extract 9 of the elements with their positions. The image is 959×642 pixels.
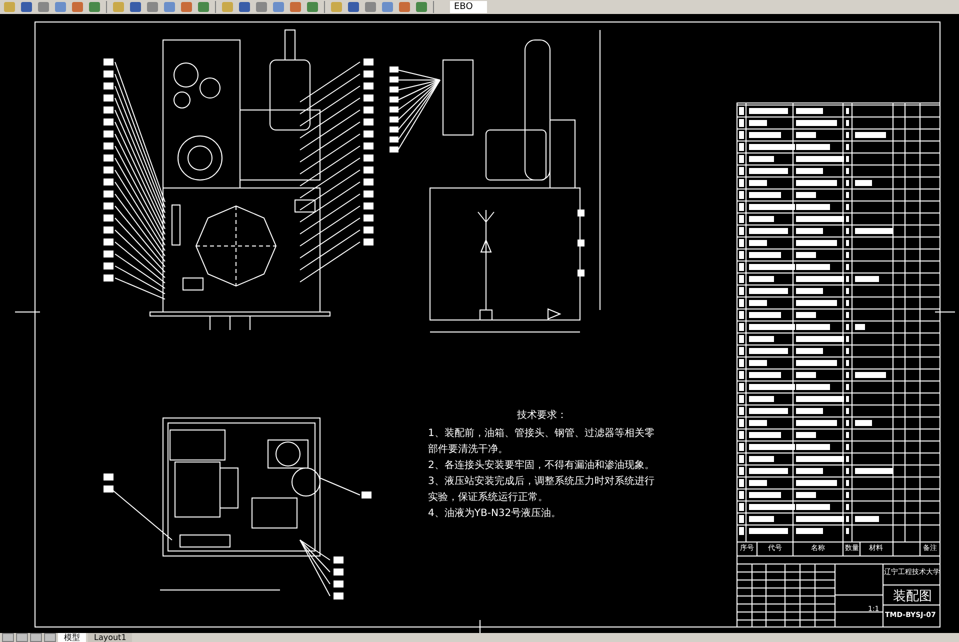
requirements-heading: 技术要求：: [516, 408, 568, 423]
layout-tab[interactable]: Layout1: [88, 633, 132, 642]
requirement-text: 2、各连接头安装要牢固，不得有漏油和渗油现象。: [428, 458, 656, 473]
requirement-text: 4、油液为YB-N32号液压油。: [428, 506, 562, 521]
requirement-text: 1、装配前，油箱、管接头、钢管、过滤器等相关零部件要清洗干净。: [428, 426, 656, 457]
layer-field[interactable]: EBO: [450, 1, 487, 13]
requirement-text: 3、液压站安装完成后，调整系统压力时对系统进行实验，保证系统运行正常。: [428, 474, 656, 505]
drawing-title: 装配图: [893, 588, 932, 605]
layout-tab[interactable]: 模型: [58, 633, 86, 642]
